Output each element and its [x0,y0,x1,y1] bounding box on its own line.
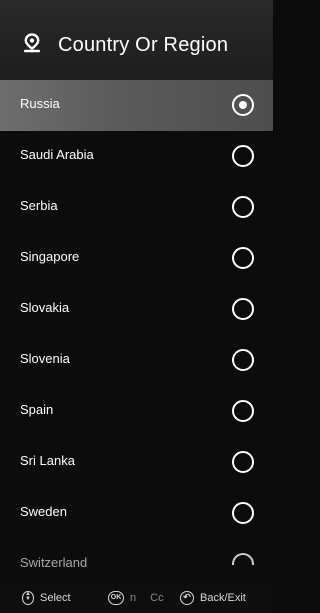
country-label: Spain [20,402,54,417]
hint-back-label: Back/Exit [200,592,246,604]
country-label: Sweden [20,504,67,519]
ok-key-icon: OK [108,591,124,605]
country-label: Serbia [20,198,58,213]
radio-empty-icon[interactable] [232,553,254,565]
country-label: Singapore [20,249,80,264]
country-item-spain[interactable]: Spain [0,386,273,437]
radio-empty-icon[interactable] [232,502,254,524]
country-label: Sri Lanka [20,453,75,468]
radio-empty-icon[interactable] [232,298,254,320]
country-item-russia[interactable]: Russia [0,80,273,131]
country-label: Switzerland [20,555,88,570]
hint-select: ▲ ▼ Select [22,591,71,605]
country-list[interactable]: Russia Saudi Arabia Serbia Singapore Slo… [0,80,273,583]
country-label: Slovenia [20,351,70,366]
hint-confirm: OK n Cc [108,591,164,605]
country-item-singapore[interactable]: Singapore [0,233,273,284]
radio-empty-icon[interactable] [232,145,254,167]
radio-empty-icon[interactable] [232,349,254,371]
hint-confirm-fragment: n [130,592,137,604]
radio-selected-icon[interactable] [232,94,254,116]
hint-back: ↶ Back/Exit [180,591,246,605]
back-key-icon: ↶ [180,591,194,605]
country-label: Slovakia [20,300,70,315]
up-down-key-icon: ▲ ▼ [22,591,34,605]
radio-empty-icon[interactable] [232,451,254,473]
hint-select-label: Select [40,592,71,604]
key-hint-bar: ▲ ▼ Select OK n Cc ↶ Back/Exit [0,583,273,613]
radio-empty-icon[interactable] [232,400,254,422]
region-settings-screen: Country Or Region Russia Saudi Arabia Se… [0,0,273,613]
country-item-slovenia[interactable]: Slovenia [0,335,273,386]
radio-empty-icon[interactable] [232,247,254,269]
country-item-sri-lanka[interactable]: Sri Lanka [0,437,273,488]
country-item-saudi-arabia[interactable]: Saudi Arabia [0,131,273,182]
country-label: Russia [20,96,60,111]
country-item-serbia[interactable]: Serbia [0,182,273,233]
location-pin-icon [22,33,42,53]
country-item-slovakia[interactable]: Slovakia [0,284,273,335]
header: Country Or Region [0,0,273,80]
radio-empty-icon[interactable] [232,196,254,218]
country-label: Saudi Arabia [20,147,94,162]
page-title: Country Or Region [58,34,229,56]
hint-confirm-fragment: Cc [150,592,164,604]
country-item-sweden[interactable]: Sweden [0,488,273,539]
